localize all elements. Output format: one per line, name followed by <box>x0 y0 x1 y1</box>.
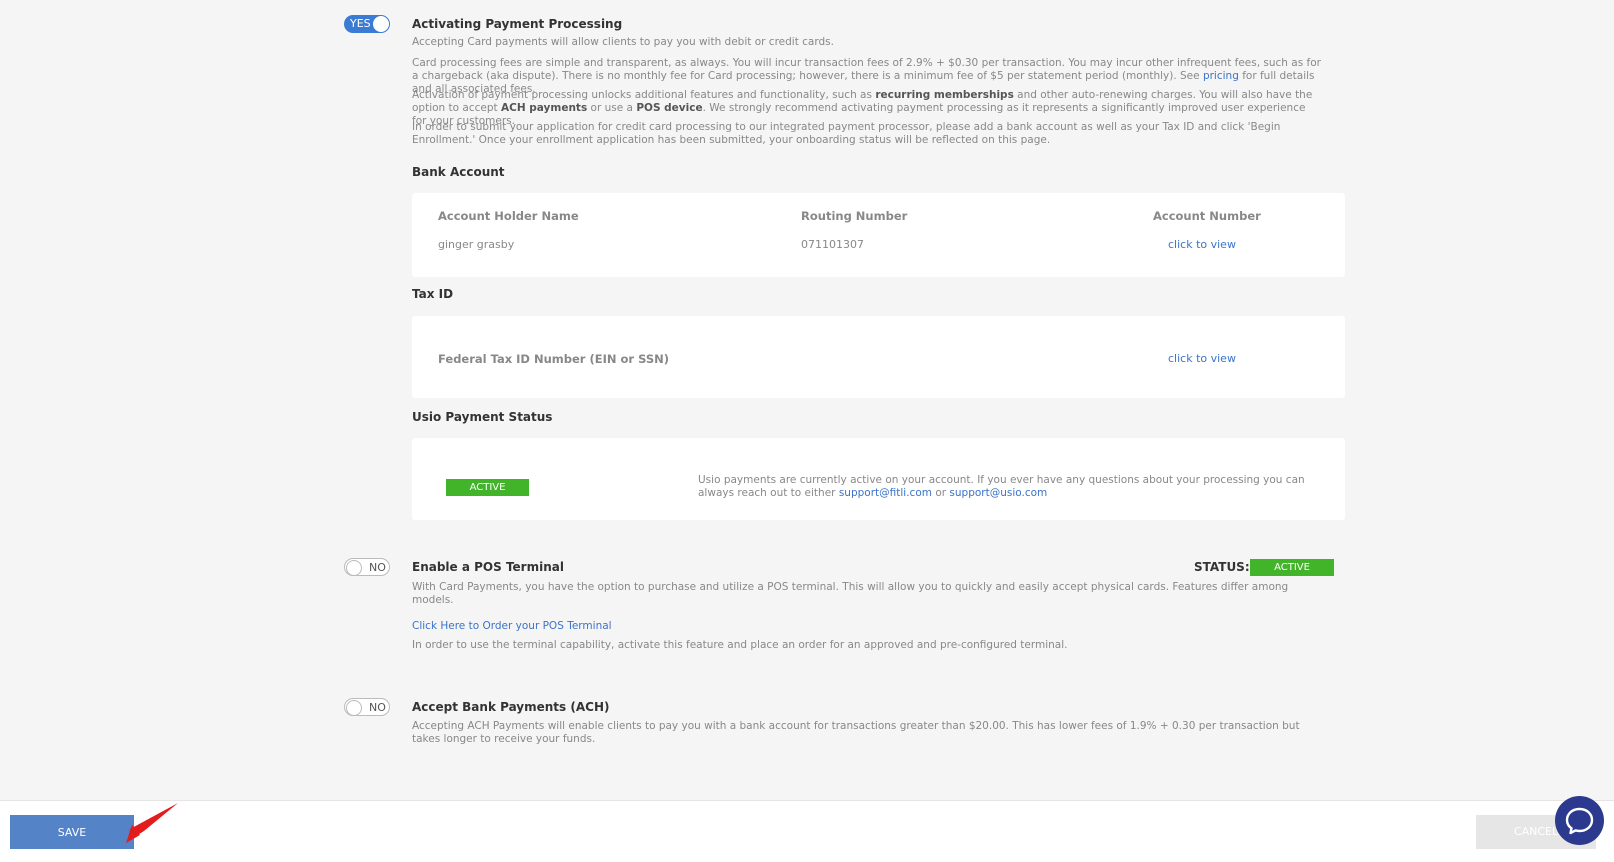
order-pos-terminal-link[interactable]: Click Here to Order your POS Terminal <box>412 620 612 633</box>
chat-widget-button[interactable] <box>1555 796 1604 845</box>
toggle-knob <box>373 16 389 32</box>
pos-terminal-section: NO Enable a POS Terminal STATUS: ACTIVE … <box>344 558 1344 658</box>
toggle-knob <box>346 560 362 576</box>
ach-description: Accepting ACH Payments will enable clien… <box>412 720 1300 745</box>
save-button[interactable]: SAVE <box>10 815 134 849</box>
bank-account-card: Account Holder Name Routing Number Accou… <box>412 193 1345 277</box>
payment-processing-title: Activating Payment Processing <box>412 17 623 31</box>
routing-number-value: 071101307 <box>801 238 864 251</box>
usio-status-card: ACTIVE Usio payments are currently activ… <box>412 438 1345 520</box>
federal-tax-id-label: Federal Tax ID Number (EIN or SSN) <box>438 352 669 366</box>
ach-section: NO Accept Bank Payments (ACH) Accepting … <box>344 698 1344 748</box>
red-arrow-annotation <box>126 803 178 843</box>
ach-title: Accept Bank Payments (ACH) <box>412 700 610 714</box>
pos-terminal-note: In order to use the terminal capability,… <box>412 639 1068 651</box>
tax-id-view-link[interactable]: click to view <box>1168 352 1236 365</box>
usio-active-badge: ACTIVE <box>446 479 529 496</box>
pos-terminal-description: With Card Payments, you have the option … <box>412 581 1289 606</box>
tax-id-heading: Tax ID <box>412 287 454 301</box>
pos-terminal-toggle[interactable]: NO <box>344 558 390 576</box>
toggle-label: YES <box>350 17 371 30</box>
footer-bar: SAVE CANCEL <box>0 800 1614 862</box>
usio-status-heading: Usio Payment Status <box>412 410 553 424</box>
toggle-label: NO <box>369 561 386 574</box>
pos-status-badge: ACTIVE <box>1250 559 1334 576</box>
bank-account-heading: Bank Account <box>412 165 505 179</box>
toggle-knob <box>346 700 362 716</box>
ach-toggle[interactable]: NO <box>344 698 390 716</box>
routing-number-header: Routing Number <box>801 209 908 223</box>
account-number-view-link[interactable]: click to view <box>1168 238 1236 251</box>
chat-bubble-icon <box>1565 807 1594 835</box>
usio-status-message: Usio payments are currently active on yo… <box>698 474 1305 499</box>
tax-id-card: Federal Tax ID Number (EIN or SSN) click… <box>412 316 1345 398</box>
account-holder-value: ginger grasby <box>438 238 515 251</box>
toggle-label: NO <box>369 701 386 714</box>
enrollment-instructions: In order to submit your application for … <box>412 121 1281 146</box>
pos-terminal-title: Enable a POS Terminal <box>412 560 564 574</box>
support-usio-email-link[interactable]: support@usio.com <box>949 487 1047 499</box>
pos-status-label: STATUS: <box>1194 560 1250 574</box>
payment-processing-section: YES Activating Payment Processing Accept… <box>344 15 1344 155</box>
account-number-header: Account Number <box>1153 209 1261 223</box>
account-holder-header: Account Holder Name <box>438 209 579 223</box>
pricing-link[interactable]: pricing <box>1203 70 1239 82</box>
support-fitli-email-link[interactable]: support@fitli.com <box>839 487 932 499</box>
payment-processing-intro: Accepting Card payments will allow clien… <box>412 36 834 48</box>
payment-processing-toggle[interactable]: YES <box>344 15 390 33</box>
